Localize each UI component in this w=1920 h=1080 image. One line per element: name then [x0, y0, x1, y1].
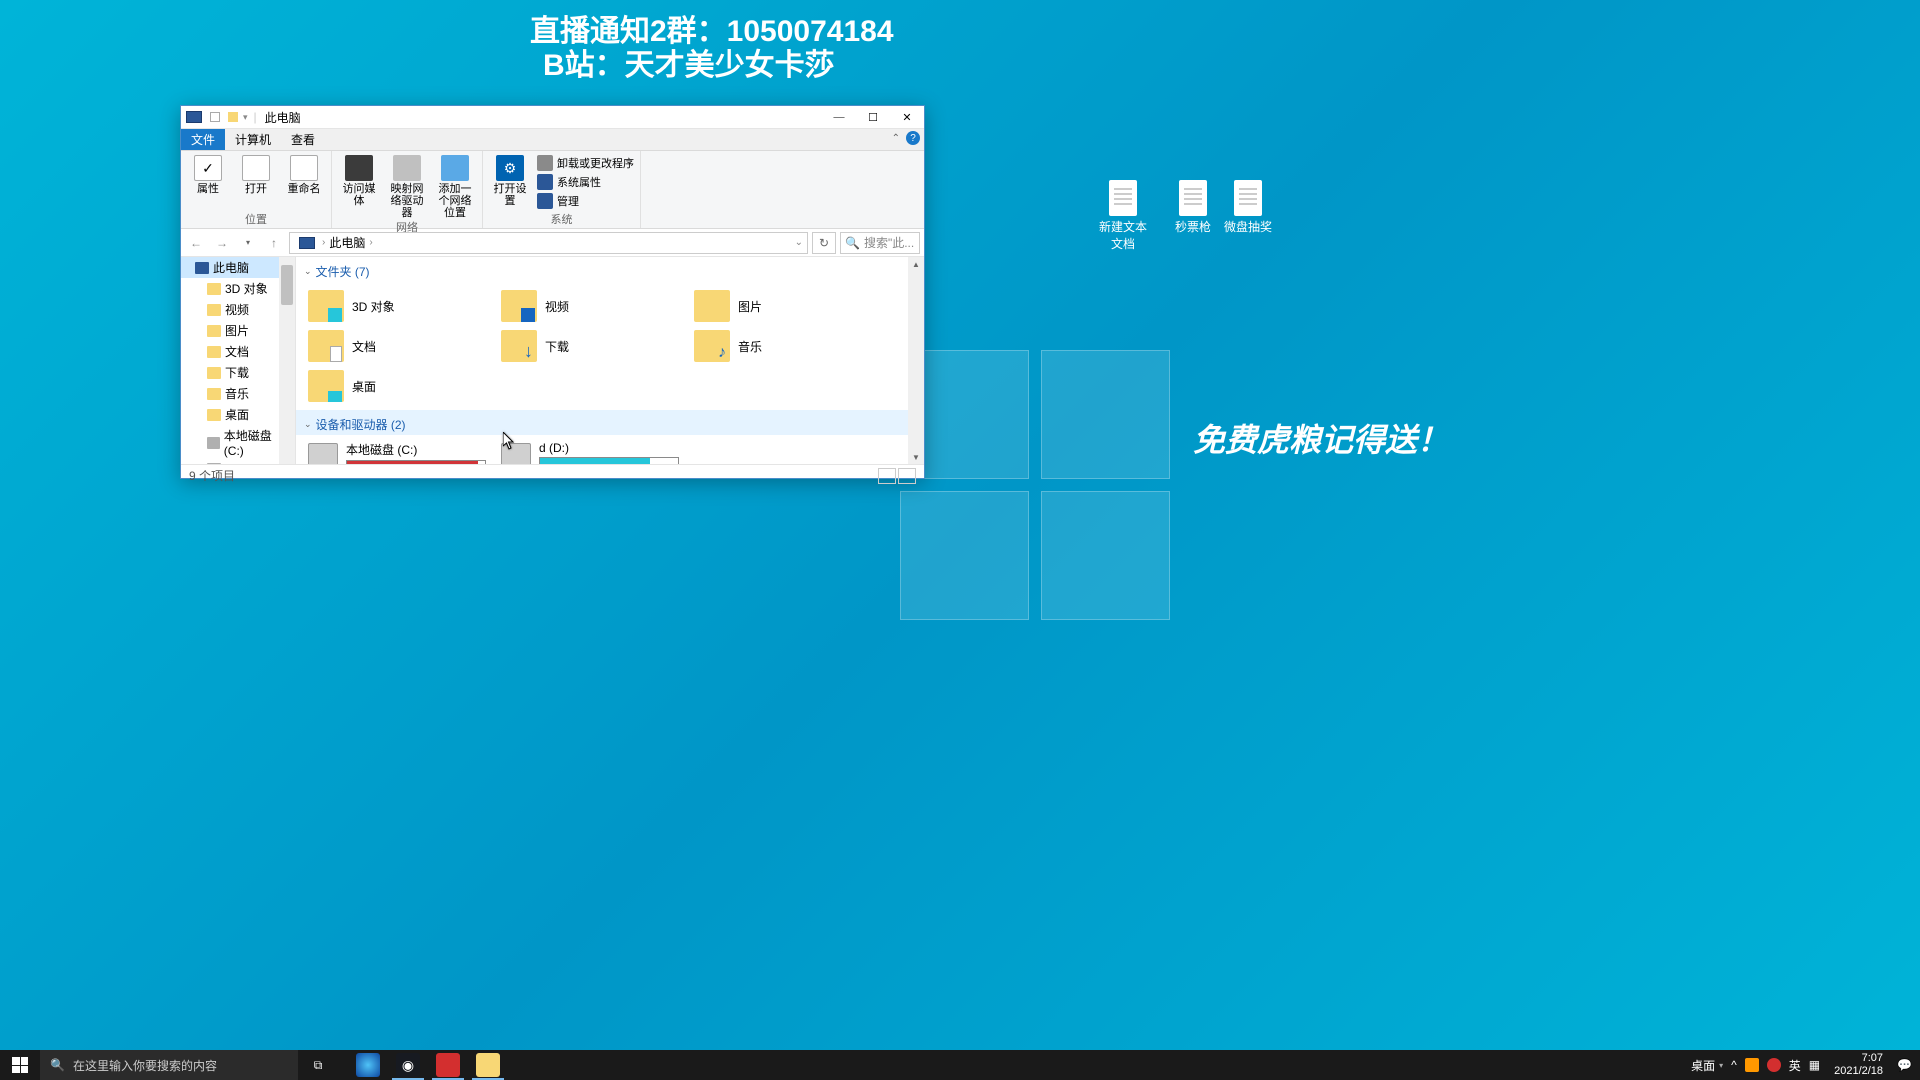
taskview-icon: ⧉ [314, 1058, 323, 1073]
tab-file[interactable]: 文件 [181, 129, 225, 150]
titlebar[interactable]: ▾ | 此电脑 — ☐ ✕ [181, 106, 924, 129]
uninstall-button[interactable]: 卸载或更改程序 [537, 155, 634, 171]
help-icon[interactable]: ? [906, 131, 920, 145]
nav-documents[interactable]: 文档 [181, 341, 295, 362]
overlay-text-3: 免费虎粮记得送！ [1193, 415, 1449, 461]
tab-computer[interactable]: 计算机 [225, 129, 281, 150]
minimize-button[interactable]: — [822, 106, 856, 129]
taskbar-search[interactable]: 🔍在这里输入你要搜索的内容 [40, 1050, 298, 1080]
ribbon: ✓属性 打开 重命名 位置 访问媒体 映射网络驱动器 添加一个网络位置 网络 ⚙… [181, 151, 924, 229]
nav-3dobjects[interactable]: 3D 对象 [181, 278, 295, 299]
desktop-icon-textdoc[interactable]: 新建文本文档 [1095, 180, 1151, 252]
view-icons-button[interactable] [898, 468, 916, 484]
nav-forward-button[interactable]: → [211, 232, 233, 254]
close-button[interactable]: ✕ [890, 106, 924, 129]
mapdrive-button[interactable]: 映射网络驱动器 [386, 153, 428, 219]
search-input[interactable]: 🔍搜索"此... [840, 232, 920, 254]
folder-music[interactable]: ♪音乐 [690, 326, 883, 366]
nav-recent-button[interactable]: ▾ [237, 232, 259, 254]
clock[interactable]: 7:07 2021/2/18 [1828, 1050, 1889, 1080]
folder-videos[interactable]: 视频 [497, 286, 690, 326]
drive-icon [501, 443, 531, 464]
notifications-icon[interactable]: 💬 [1897, 1058, 1912, 1072]
folder-documents[interactable]: 文档 [304, 326, 497, 366]
taskbar-app-voice[interactable] [428, 1050, 468, 1080]
opensettings-button[interactable]: ⚙打开设置 [489, 153, 531, 207]
tray-icon-2[interactable] [1767, 1058, 1781, 1072]
desktop-icon-app2[interactable]: 微盘抽奖 [1220, 180, 1276, 235]
window-title: 此电脑 [265, 109, 301, 126]
address-row: ← → ▾ ↑ › 此电脑 › ⌄ ↻ 🔍搜索"此... [181, 229, 924, 257]
folder-desktop[interactable]: 桌面 [304, 366, 497, 406]
nav-pictures[interactable]: 图片 [181, 320, 295, 341]
status-text: 9 个项目 [189, 467, 235, 484]
navigation-pane: 此电脑 3D 对象 视频 图片 文档 下载 音乐 桌面 本地磁盘 (C:) d … [181, 257, 296, 464]
ribbon-group-location: 位置 [187, 211, 325, 228]
overlay-text-2: B站：天才美少女卡莎 [543, 40, 835, 84]
maximize-button[interactable]: ☐ [856, 106, 890, 129]
qat-icon-2[interactable] [228, 112, 238, 122]
search-icon: 🔍 [845, 236, 860, 250]
explorer-window: ▾ | 此电脑 — ☐ ✕ 文件 计算机 查看 ⌃ ? ✓属性 打开 重命名 位… [180, 105, 925, 479]
search-icon: 🔍 [50, 1058, 65, 1072]
folder-3dobjects[interactable]: 3D 对象 [304, 286, 497, 326]
folder-downloads[interactable]: ↓下载 [497, 326, 690, 366]
statusbar: 9 个项目 [181, 464, 924, 486]
content-scrollbar[interactable]: ▲▼ [908, 257, 924, 464]
task-view-button[interactable]: ⧉ [298, 1050, 338, 1080]
nav-desktop[interactable]: 桌面 [181, 404, 295, 425]
system-tray: 桌面 ▾ ^ 英 ▦ 7:07 2021/2/18 💬 [1683, 1050, 1920, 1080]
nav-music[interactable]: 音乐 [181, 383, 295, 404]
nav-videos[interactable]: 视频 [181, 299, 295, 320]
media-button[interactable]: 访问媒体 [338, 153, 380, 207]
group-drives-header[interactable]: ⌄设备和驱动器 (2) [296, 410, 924, 435]
qat-icon-1[interactable] [210, 112, 220, 122]
properties-button[interactable]: ✓属性 [187, 153, 229, 195]
taskbar-app-browser[interactable] [348, 1050, 388, 1080]
pc-icon [186, 111, 202, 123]
taskbar-app-steam[interactable]: ◉ [388, 1050, 428, 1080]
open-button[interactable]: 打开 [235, 153, 277, 195]
desktop-icon-app1[interactable]: 秒票枪 [1165, 180, 1221, 235]
taskbar: 🔍在这里输入你要搜索的内容 ⧉ ◉ 桌面 ▾ ^ 英 ▦ 7:07 2021/2… [0, 1050, 1920, 1080]
nav-up-button[interactable]: ↑ [263, 232, 285, 254]
drive-icon [308, 443, 338, 464]
nav-scrollbar[interactable] [279, 257, 295, 464]
ime-mode[interactable]: ▦ [1809, 1058, 1820, 1072]
nav-drive-c[interactable]: 本地磁盘 (C:) [181, 425, 295, 460]
addloc-button[interactable]: 添加一个网络位置 [434, 153, 476, 219]
breadcrumb-root[interactable]: 此电脑 [329, 234, 365, 251]
tray-desktop-label[interactable]: 桌面 [1691, 1057, 1715, 1074]
address-bar[interactable]: › 此电脑 › ⌄ [289, 232, 808, 254]
ribbon-group-system: 系统 [489, 211, 634, 228]
drive-c[interactable]: 本地磁盘 (C:) [304, 439, 497, 464]
nav-drive-d[interactable]: d (D:) [181, 460, 295, 464]
ime-lang[interactable]: 英 [1789, 1057, 1801, 1074]
folder-pictures[interactable]: 图片 [690, 286, 883, 326]
refresh-button[interactable]: ↻ [812, 232, 836, 254]
group-folders-header[interactable]: ⌄文件夹 (7) [296, 257, 924, 282]
tab-view[interactable]: 查看 [281, 129, 325, 150]
nav-back-button[interactable]: ← [185, 232, 207, 254]
pc-icon [299, 237, 315, 249]
wallpaper-logo [900, 350, 1170, 620]
drive-d[interactable]: d (D:) [497, 439, 690, 464]
nav-thispc[interactable]: 此电脑 [181, 257, 295, 278]
tray-chevron-icon[interactable]: ^ [1731, 1058, 1737, 1072]
ribbon-collapse-icon[interactable]: ⌃ [892, 133, 900, 144]
start-button[interactable] [0, 1050, 40, 1080]
ribbon-tabs: 文件 计算机 查看 ⌃ ? [181, 129, 924, 151]
rename-button[interactable]: 重命名 [283, 153, 325, 195]
taskbar-app-explorer[interactable] [468, 1050, 508, 1080]
content-pane: ⌄文件夹 (7) 3D 对象 视频 图片 文档 ↓下载 ♪音乐 桌面 ⌄设备和驱… [296, 257, 924, 464]
nav-downloads[interactable]: 下载 [181, 362, 295, 383]
manage-button[interactable]: 管理 [537, 193, 634, 209]
sysprops-button[interactable]: 系统属性 [537, 174, 634, 190]
tray-icon-1[interactable] [1745, 1058, 1759, 1072]
view-details-button[interactable] [878, 468, 896, 484]
